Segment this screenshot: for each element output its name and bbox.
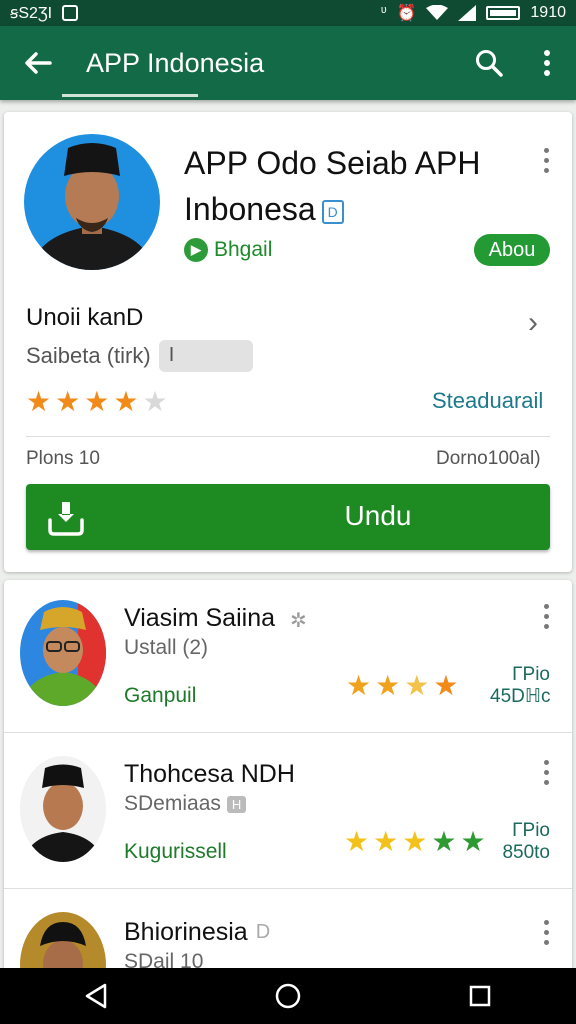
item-name: Viasim Saiina: [124, 604, 276, 632]
divider: [4, 732, 572, 733]
star-icon: ★: [404, 670, 430, 701]
divider: [26, 436, 550, 437]
item-sub: Ustall (2): [124, 636, 209, 659]
item-badge: D: [255, 921, 271, 943]
star-icon: ★: [113, 386, 139, 417]
item-price: ΓPio 45Dℍc: [490, 664, 551, 708]
item-rating: ★ ★ ★ ★: [346, 672, 458, 700]
star-icon: ★: [55, 386, 81, 417]
item-price-line2: 850to: [502, 842, 550, 863]
item-badge: H: [226, 795, 247, 813]
divider: [4, 888, 572, 889]
install-label: Undu: [344, 500, 412, 531]
item-overflow-button[interactable]: [534, 596, 558, 636]
details-link[interactable]: Steaduarail: [432, 388, 543, 414]
status-bar: ꞩS2ƷI ᶹ ⏰ 1910: [0, 0, 576, 26]
tab-indicator: [62, 94, 198, 97]
item-avatar: [20, 600, 106, 706]
nav-back-button[interactable]: [66, 968, 126, 1024]
status-text: ꞩS2ƷI: [10, 5, 53, 22]
nav-back-icon: [85, 983, 107, 1009]
star-icon: ★: [142, 386, 168, 417]
star-icon: ★: [433, 670, 459, 701]
item-sub-row: SDemiaas H: [124, 792, 247, 816]
alarm-icon: ⏰: [396, 5, 417, 22]
item-overflow-button[interactable]: [534, 752, 558, 792]
app-title: APP Odo Seiab APH Inbonesa D: [184, 140, 514, 232]
battery-icon: [486, 6, 521, 20]
about-chip[interactable]: Abou: [474, 234, 550, 266]
app-title-line2: Inbonesa: [184, 191, 316, 227]
back-button[interactable]: [0, 26, 76, 100]
app-title-line1: APP Odo Seiab APH: [184, 145, 481, 181]
featured-avatar: [24, 134, 160, 270]
arrow-left-icon: [25, 52, 52, 74]
item-category: Kugurissell: [124, 840, 227, 863]
star-icon: ★: [460, 826, 486, 857]
verified-badge-icon: D: [321, 199, 344, 224]
star-icon: ★: [431, 826, 457, 857]
star-icon: ★: [26, 386, 52, 417]
item-name: Thohcesa NDH: [124, 760, 295, 788]
item-category: Ganpuil: [124, 684, 197, 707]
item-price-line1: ΓPio: [512, 820, 550, 841]
app-bar: APP Indonesia: [0, 26, 576, 100]
star-icon: ★: [375, 670, 401, 701]
notification-icon: [62, 5, 79, 21]
item-name-row: Bhiorinesia D: [124, 918, 270, 947]
signal-icon: [458, 5, 477, 21]
nav-recents-icon: [469, 985, 491, 1007]
install-button[interactable]: Undu: [26, 484, 550, 550]
sub-label: Saibeta (tirk): [26, 343, 151, 368]
sub-pill[interactable]: I: [158, 340, 253, 372]
nav-home-icon: [275, 983, 301, 1009]
publisher-name: Bhgail: [214, 238, 273, 261]
chevron-right-icon[interactable]: ›: [528, 306, 538, 340]
item-avatar: [20, 756, 106, 862]
more-vert-icon: [544, 50, 550, 76]
item-sub: SDemiaas: [124, 792, 221, 815]
status-time: 1910: [530, 4, 566, 21]
meta-left: Plons 10: [26, 448, 100, 469]
meta-right: Dorno100al): [436, 448, 541, 469]
publisher[interactable]: ▶ Bhgail: [184, 238, 272, 262]
page-title: APP Indonesia: [86, 47, 265, 78]
star-icon: ★: [84, 386, 110, 417]
star-icon: ★: [346, 670, 372, 701]
overflow-menu-button[interactable]: [518, 34, 576, 92]
nav-recents-button[interactable]: [450, 968, 510, 1024]
star-icon: ★: [402, 826, 428, 857]
sub-row: Saibeta (tirk) I: [26, 340, 253, 372]
search-button[interactable]: [460, 34, 518, 92]
item-price-line1: ΓPio: [512, 664, 550, 685]
item-price: ΓPio 850to: [490, 820, 550, 864]
vibrate-icon: ᶹ: [380, 4, 387, 21]
item-price-line2: 45Dℍc: [490, 686, 551, 707]
system-nav-bar: [0, 968, 576, 1024]
item-rating: ★ ★ ★ ★ ★: [344, 828, 486, 856]
wifi-icon: [426, 5, 449, 20]
item-name: Bhiorinesia: [124, 918, 248, 946]
search-icon: [476, 50, 503, 77]
section-heading: Unoii kanD: [26, 304, 144, 331]
star-icon: ★: [344, 826, 370, 857]
nav-home-button[interactable]: [258, 968, 318, 1024]
featured-rating: ★ ★ ★ ★ ★: [26, 388, 168, 416]
star-icon: ★: [373, 826, 399, 857]
featured-overflow-button[interactable]: [534, 140, 558, 180]
publisher-icon: ▶: [184, 238, 208, 262]
settings-icon: ✲: [290, 610, 307, 632]
item-overflow-button[interactable]: [534, 912, 558, 952]
